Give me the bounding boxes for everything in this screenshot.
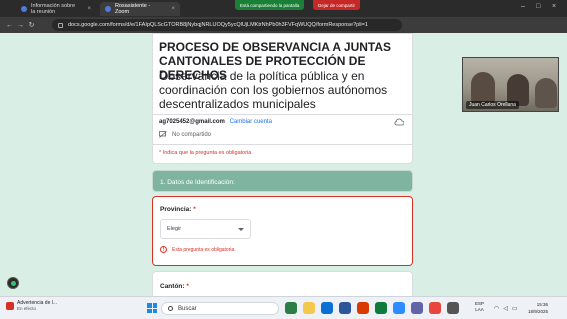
notification-subtitle: En efecto <box>17 306 37 311</box>
minimize-icon[interactable]: – <box>521 3 525 10</box>
volume-icon[interactable]: ◁ <box>503 305 508 312</box>
site-info-icon[interactable] <box>58 22 63 28</box>
clock-date: 18/9/2025 <box>528 309 549 314</box>
chrome-icon[interactable] <box>429 302 441 314</box>
divider <box>153 144 412 145</box>
zoom-icon[interactable] <box>393 302 405 314</box>
form-description: Observancia de la política pública y en … <box>159 69 388 111</box>
zoom-favicon-icon <box>21 6 27 12</box>
clock-time: 15:36 <box>536 302 549 307</box>
required-mark: * <box>193 206 196 213</box>
back-icon[interactable]: ← <box>4 22 15 29</box>
select-value: Elegir <box>167 226 182 232</box>
reload-icon[interactable]: ↻ <box>26 21 37 29</box>
forward-icon[interactable]: → <box>15 22 26 29</box>
word-icon[interactable] <box>339 302 351 314</box>
stop-share-label: Dejar de compartir <box>318 2 356 8</box>
wifi-icon[interactable]: ◠ <box>494 305 499 312</box>
participant-figure <box>535 78 557 108</box>
system-tray: ◠ ◁ ▭ <box>494 305 518 312</box>
zoom-video-tile[interactable]: Juan Carlos Orellana <box>462 57 559 112</box>
tab-meeting-info[interactable]: Información sobre la reunión × <box>16 2 96 16</box>
app-icon[interactable] <box>285 302 297 314</box>
validation-error: ! Esta pregunta es obligatoria. <box>160 246 236 253</box>
tab-label: Información sobre la reunión <box>31 3 76 15</box>
provincia-select[interactable]: Elegir <box>160 219 251 239</box>
switch-account-link[interactable]: Cambiar cuenta <box>230 119 272 125</box>
lang-bottom: LAA <box>475 307 484 312</box>
error-icon: ! <box>160 246 167 253</box>
not-shared-row: No compartido <box>159 131 211 138</box>
not-shared-text: No compartido <box>172 131 212 138</box>
required-mark: * <box>186 283 189 290</box>
section-title: 1. Datos de Identificación: <box>153 171 412 191</box>
system-clock[interactable]: 15:36 18/9/2025 <box>528 301 548 315</box>
pinned-apps <box>285 302 459 314</box>
maximize-icon[interactable]: □ <box>536 3 540 10</box>
form-header-card: PROCESO DE OBSERVANCIA A JUNTAS CANTONAL… <box>152 33 413 164</box>
extension-button[interactable] <box>7 277 19 289</box>
browser-tab-strip: Información sobre la reunión × Rosasiste… <box>0 0 567 17</box>
address-bar[interactable]: docs.google.com/forms/d/e/1FAIpQLScGTORB… <box>52 19 402 31</box>
chevron-down-icon <box>238 227 244 231</box>
error-text: Esta pregunta es obligatoria. <box>172 246 236 253</box>
warning-icon <box>6 302 14 310</box>
language-indicator[interactable]: ESP LAA <box>475 301 484 313</box>
browser-toolbar: ← → ↻ docs.google.com/forms/d/e/1FAIpQLS… <box>0 17 567 33</box>
app-icon[interactable] <box>447 302 459 314</box>
file-explorer-icon[interactable] <box>303 302 315 314</box>
battery-icon[interactable]: ▭ <box>512 305 518 312</box>
divider <box>153 114 412 115</box>
question-label: Provincia: * <box>160 206 196 213</box>
teams-icon[interactable] <box>411 302 423 314</box>
search-placeholder: Buscar <box>178 305 197 312</box>
question-label: Cantón: * <box>160 283 189 290</box>
windows-taskbar: Advertencia de l... En efecto Buscar ESP… <box>0 296 567 319</box>
participant-figure <box>471 72 495 104</box>
stop-share-button[interactable]: Dejar de compartir <box>313 0 361 10</box>
edge-icon[interactable] <box>321 302 333 314</box>
cloud-sync-icon[interactable] <box>394 118 404 126</box>
excel-icon[interactable] <box>375 302 387 314</box>
screen-share-banner: Está compartiendo la pantalla <box>235 0 305 10</box>
share-status-text: Está compartiendo la pantalla <box>240 2 300 8</box>
account-email: ag7025452@gmail.com <box>159 119 225 125</box>
required-note: * Indica que la pregunta es obligatoria <box>159 150 252 156</box>
participant-name: Juan Carlos Orellana <box>466 101 519 109</box>
question-text: Provincia: <box>160 206 192 213</box>
question-text: Cantón: <box>160 283 185 290</box>
section-header-card: 1. Datos de Identificación: <box>152 170 413 192</box>
tab-zoom[interactable]: Rosasistente - Zoom × <box>100 2 180 16</box>
close-tab-icon[interactable]: × <box>87 6 91 12</box>
account-line: ag7025452@gmail.com Cambiar cuenta <box>159 119 272 125</box>
not-shared-icon <box>159 131 167 138</box>
taskbar-search[interactable]: Buscar <box>161 302 279 315</box>
question-card-provincia: Provincia: * Elegir ! Esta pregunta es o… <box>152 196 413 266</box>
close-tab-icon[interactable]: × <box>171 6 175 12</box>
windows-start-icon[interactable] <box>147 303 157 313</box>
close-window-icon[interactable]: × <box>552 3 556 10</box>
tab-label: Rosasistente - Zoom <box>115 3 151 15</box>
powerpoint-icon[interactable] <box>357 302 369 314</box>
taskbar-notification[interactable]: Advertencia de l... En efecto <box>6 300 57 312</box>
search-icon <box>168 306 173 311</box>
zoom-favicon-icon <box>105 6 111 12</box>
url-text: docs.google.com/forms/d/e/1FAIpQLScGTORB… <box>68 22 368 28</box>
